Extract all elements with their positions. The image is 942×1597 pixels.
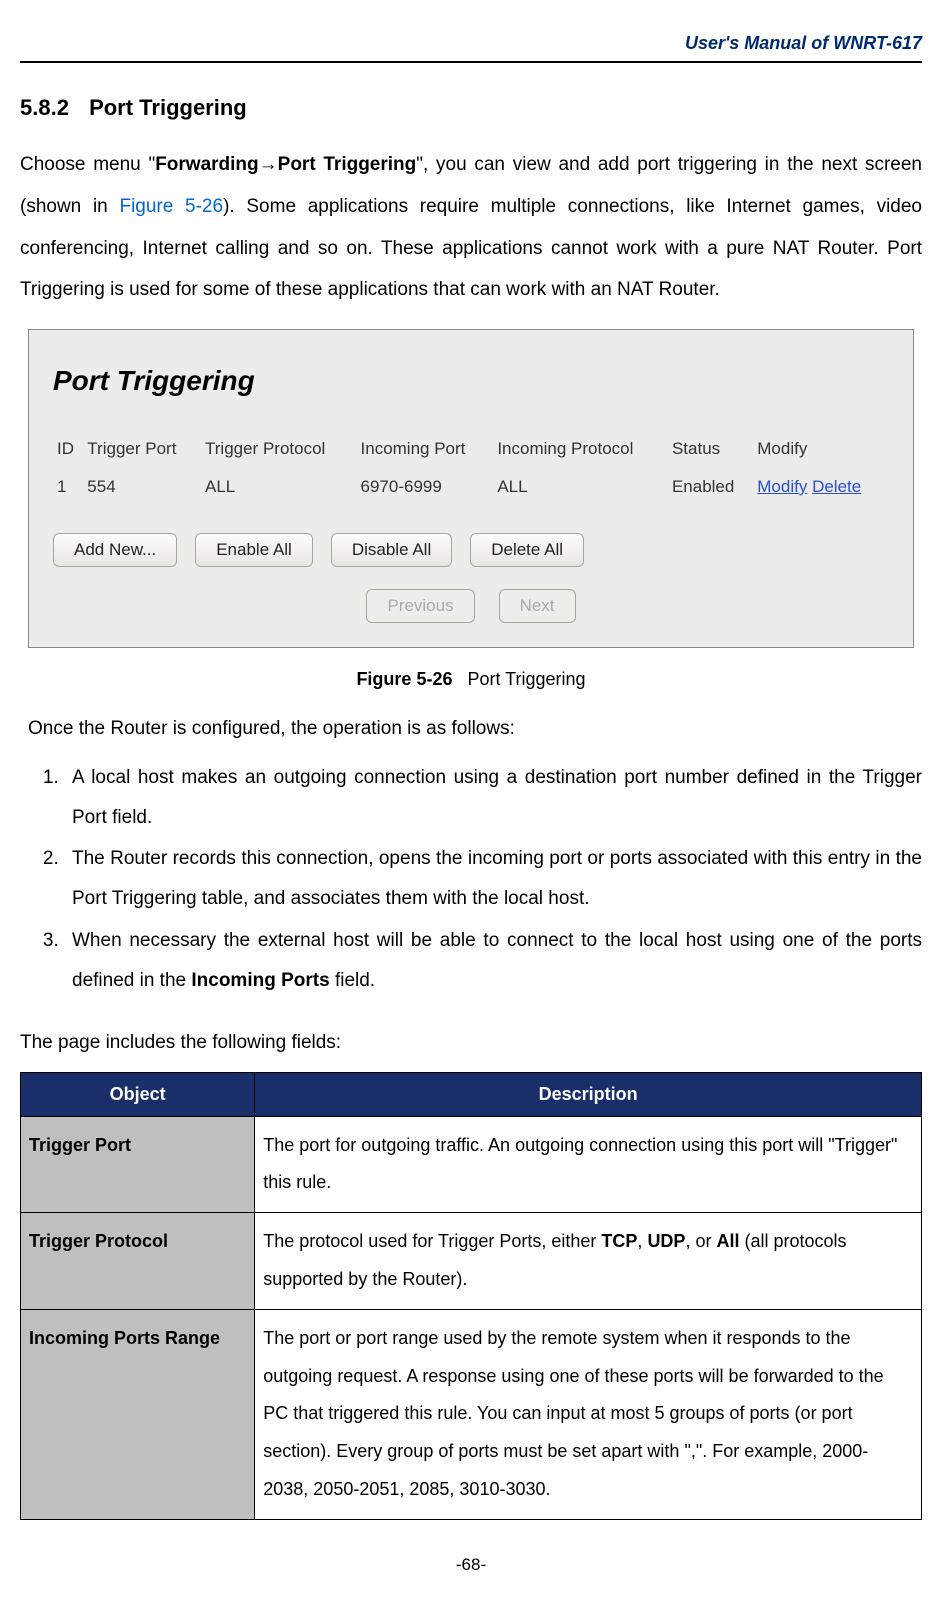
header-title: User's Manual of WNRT-617 [685, 33, 922, 53]
description-cell: The protocol used for Trigger Ports, eit… [255, 1213, 922, 1310]
figure-caption: Figure 5-26 Port Triggering [20, 666, 922, 693]
col-modify: Modify [753, 430, 889, 468]
cell-incoming-protocol: ALL [493, 468, 668, 506]
page-number: -68- [20, 1552, 922, 1578]
procedure-list: A local host makes an outgoing connectio… [20, 758, 922, 1001]
desc-all: All [716, 1231, 739, 1251]
cell-id: 1 [53, 468, 83, 506]
object-header: Object [21, 1072, 255, 1116]
col-id: ID [53, 430, 83, 468]
description-header: Description [255, 1072, 922, 1116]
page-header: User's Manual of WNRT-617 [20, 30, 922, 63]
fields-table: Object Description Trigger Port The port… [20, 1072, 922, 1520]
description-cell: The port for outgoing traffic. An outgoi… [255, 1116, 922, 1213]
col-incoming-port: Incoming Port [357, 430, 494, 468]
desc-mid2: , or [685, 1231, 716, 1251]
intro-menu-path: Forwarding→Port Triggering [155, 154, 416, 175]
delete-link[interactable]: Delete [812, 477, 861, 496]
object-cell: Trigger Protocol [21, 1213, 255, 1310]
desc-tcp: TCP [601, 1231, 637, 1251]
fields-intro: The page includes the following fields: [20, 1029, 922, 1058]
figure-reference-link[interactable]: Figure 5-26 [119, 196, 223, 217]
previous-button: Previous [366, 589, 474, 623]
table-row: Incoming Ports Range The port or port ra… [21, 1309, 922, 1519]
col-status: Status [668, 430, 753, 468]
table-row: 1 554 ALL 6970-6999 ALL Enabled Modify D… [53, 468, 889, 506]
figure-caption-text: Port Triggering [467, 669, 585, 689]
fields-header-row: Object Description [21, 1072, 922, 1116]
section-heading: 5.8.2 Port Triggering [20, 91, 922, 124]
enable-all-button[interactable]: Enable All [195, 533, 313, 567]
description-cell: The port or port range used by the remot… [255, 1309, 922, 1519]
screenshot-figure: Port Triggering ID Trigger Port Trigger … [28, 329, 914, 648]
cell-incoming-port: 6970-6999 [357, 468, 494, 506]
step3-post: field. [330, 970, 375, 991]
modify-link[interactable]: Modify [757, 477, 807, 496]
table-row: Trigger Port The port for outgoing traff… [21, 1116, 922, 1213]
cell-status: Enabled [668, 468, 753, 506]
delete-all-button[interactable]: Delete All [470, 533, 584, 567]
object-cell: Incoming Ports Range [21, 1309, 255, 1519]
table-row: Trigger Protocol The protocol used for T… [21, 1213, 922, 1310]
list-item: A local host makes an outgoing connectio… [64, 758, 922, 838]
next-button: Next [499, 589, 576, 623]
table-header-row: ID Trigger Port Trigger Protocol Incomin… [53, 430, 889, 468]
screenshot-title: Port Triggering [53, 360, 889, 402]
col-trigger-protocol: Trigger Protocol [201, 430, 357, 468]
figure-label: Figure 5-26 [356, 669, 452, 689]
cell-modify: Modify Delete [753, 468, 889, 506]
list-item: When necessary the external host will be… [64, 921, 922, 1001]
desc-mid1: , [637, 1231, 647, 1251]
object-cell: Trigger Port [21, 1116, 255, 1213]
operation-intro: Once the Router is configured, the opera… [28, 715, 914, 744]
port-triggering-table: ID Trigger Port Trigger Protocol Incomin… [53, 430, 889, 505]
step3-bold: Incoming Ports [191, 970, 329, 991]
section-title-text: Port Triggering [89, 95, 247, 120]
col-incoming-protocol: Incoming Protocol [493, 430, 668, 468]
desc-udp: UDP [647, 1231, 685, 1251]
add-new-button[interactable]: Add New... [53, 533, 177, 567]
cell-trigger-port: 554 [83, 468, 201, 506]
cell-trigger-protocol: ALL [201, 468, 357, 506]
desc-pre: The protocol used for Trigger Ports, eit… [263, 1231, 601, 1251]
nav-button-row: Previous Next [53, 589, 889, 623]
list-item: The Router records this connection, open… [64, 839, 922, 919]
intro-paragraph: Choose menu "Forwarding→Port Triggering"… [20, 144, 922, 311]
action-button-row: Add New... Enable All Disable All Delete… [53, 533, 889, 567]
disable-all-button[interactable]: Disable All [331, 533, 452, 567]
intro-prefix: Choose menu " [20, 154, 155, 175]
col-trigger-port: Trigger Port [83, 430, 201, 468]
section-number: 5.8.2 [20, 95, 69, 120]
